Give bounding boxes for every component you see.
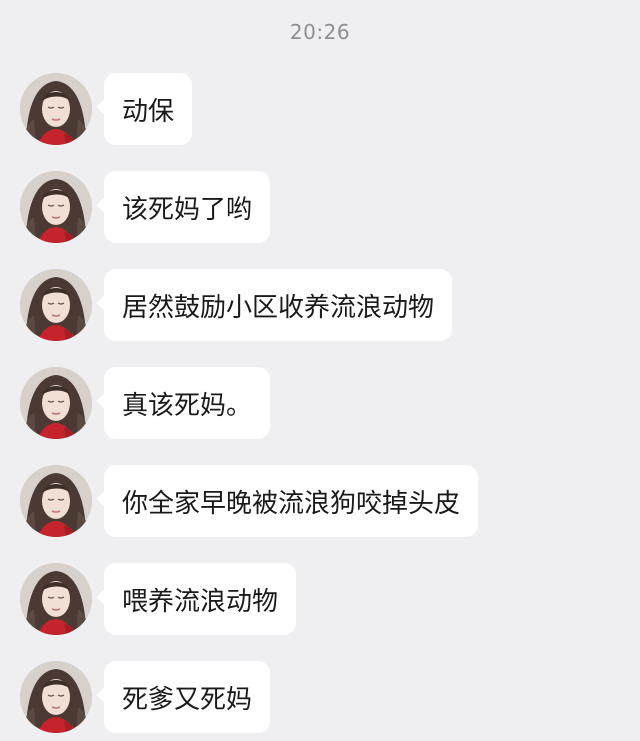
message-bubble[interactable]: 居然鼓励小区收养流浪动物 <box>95 269 453 341</box>
avatar[interactable] <box>20 367 92 439</box>
message-timestamp: 20:26 <box>289 20 351 44</box>
avatar-photo-icon <box>20 563 92 635</box>
avatar[interactable] <box>20 171 92 243</box>
avatar[interactable] <box>20 563 92 635</box>
avatar-photo-icon <box>20 171 92 243</box>
avatar-photo-icon <box>20 465 92 537</box>
message-bubble[interactable]: 动保 <box>95 73 193 145</box>
avatar[interactable] <box>20 269 92 341</box>
avatar-photo-icon <box>20 73 92 145</box>
avatar[interactable] <box>20 73 92 145</box>
message-bubble[interactable]: 喂养流浪动物 <box>95 563 297 635</box>
message-bubble[interactable]: 你全家早晚被流浪狗咬掉头皮 <box>95 465 479 537</box>
message-bubble[interactable]: 真该死妈。 <box>95 367 271 439</box>
avatar-photo-icon <box>20 269 92 341</box>
message-bubble[interactable]: 死爹又死妈 <box>95 661 271 733</box>
message-bubble[interactable]: 该死妈了哟 <box>95 171 271 243</box>
avatar[interactable] <box>20 465 92 537</box>
avatar[interactable] <box>20 661 92 733</box>
avatar-photo-icon <box>20 367 92 439</box>
avatar-photo-icon <box>20 661 92 733</box>
